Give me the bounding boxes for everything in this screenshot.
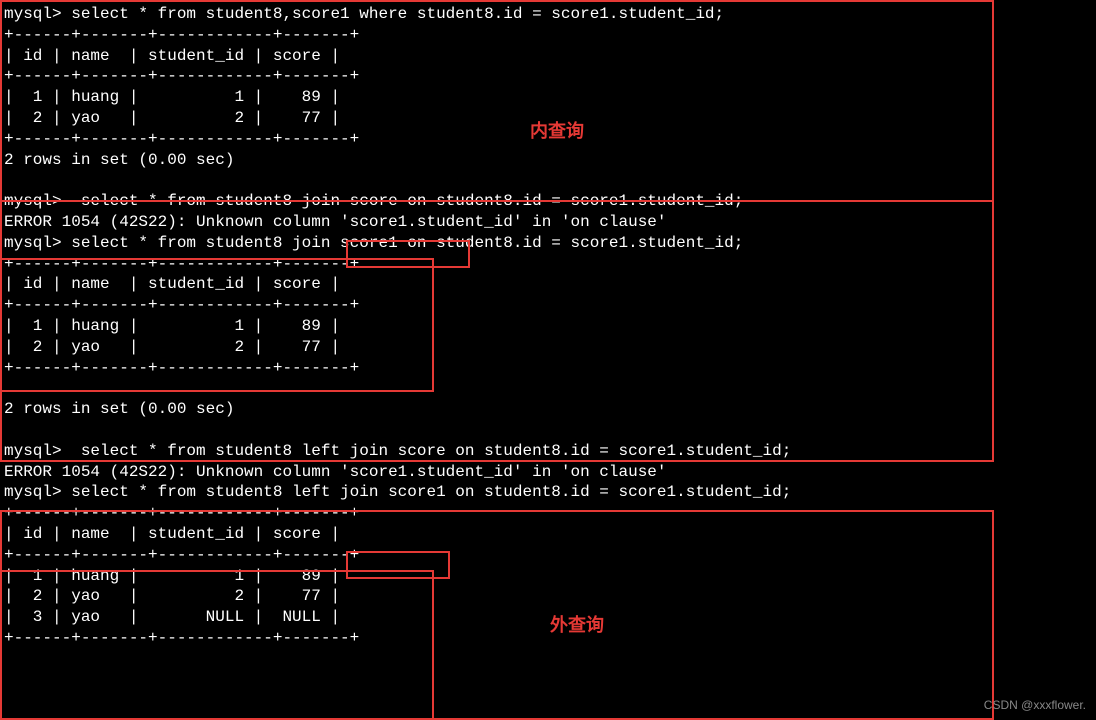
table-border: +------+-------+------------+-------+ xyxy=(0,628,1096,649)
blank xyxy=(0,420,1096,441)
error-line: ERROR 1054 (42S22): Unknown column 'scor… xyxy=(0,212,1096,233)
watermark: CSDN @xxxflower. xyxy=(984,698,1086,714)
sql-query: mysql> select * from student8 left join … xyxy=(0,482,1096,503)
table-row: | 2 | yao | 2 | 77 | xyxy=(0,337,1096,358)
blank xyxy=(0,378,1096,399)
table-row: | 1 | huang | 1 | 89 | xyxy=(0,87,1096,108)
sql-query: mysql> select * from student8 left join … xyxy=(0,441,1096,462)
terminal-output: mysql> select * from student8,score1 whe… xyxy=(0,0,1096,653)
sql-query: mysql> select * from student8,score1 whe… xyxy=(0,4,1096,25)
table-header: | id | name | student_id | score | xyxy=(0,524,1096,545)
table-row: | 1 | huang | 1 | 89 | xyxy=(0,316,1096,337)
table-border: +------+-------+------------+-------+ xyxy=(0,503,1096,524)
table-border: +------+-------+------------+-------+ xyxy=(0,545,1096,566)
table-header: | id | name | student_id | score | xyxy=(0,46,1096,67)
table-row: | 2 | yao | 2 | 77 | xyxy=(0,586,1096,607)
table-row: | 1 | huang | 1 | 89 | xyxy=(0,566,1096,587)
sql-query: mysql> select * from student8 join score… xyxy=(0,191,1096,212)
table-border: +------+-------+------------+-------+ xyxy=(0,25,1096,46)
annotation-label-outer: 外查询 xyxy=(550,614,604,637)
table-border: +------+-------+------------+-------+ xyxy=(0,254,1096,275)
sql-query: mysql> select * from student8 join score… xyxy=(0,233,1096,254)
table-row: | 3 | yao | NULL | NULL | xyxy=(0,607,1096,628)
annotation-label-inner: 内查询 xyxy=(530,120,584,143)
table-border: +------+-------+------------+-------+ xyxy=(0,358,1096,379)
result-count: 2 rows in set (0.00 sec) xyxy=(0,150,1096,171)
table-border: +------+-------+------------+-------+ xyxy=(0,66,1096,87)
error-line: ERROR 1054 (42S22): Unknown column 'scor… xyxy=(0,462,1096,483)
table-border: +------+-------+------------+-------+ xyxy=(0,295,1096,316)
result-count: 2 rows in set (0.00 sec) xyxy=(0,399,1096,420)
blank xyxy=(0,170,1096,191)
table-header: | id | name | student_id | score | xyxy=(0,274,1096,295)
